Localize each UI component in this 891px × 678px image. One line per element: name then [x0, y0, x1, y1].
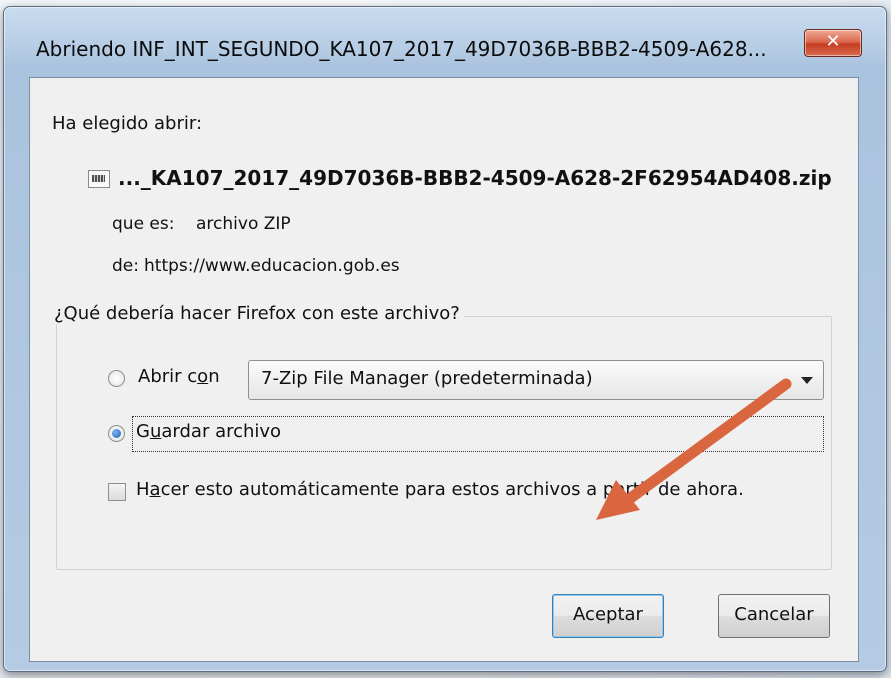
- annotation-arrow-icon: [596, 378, 792, 520]
